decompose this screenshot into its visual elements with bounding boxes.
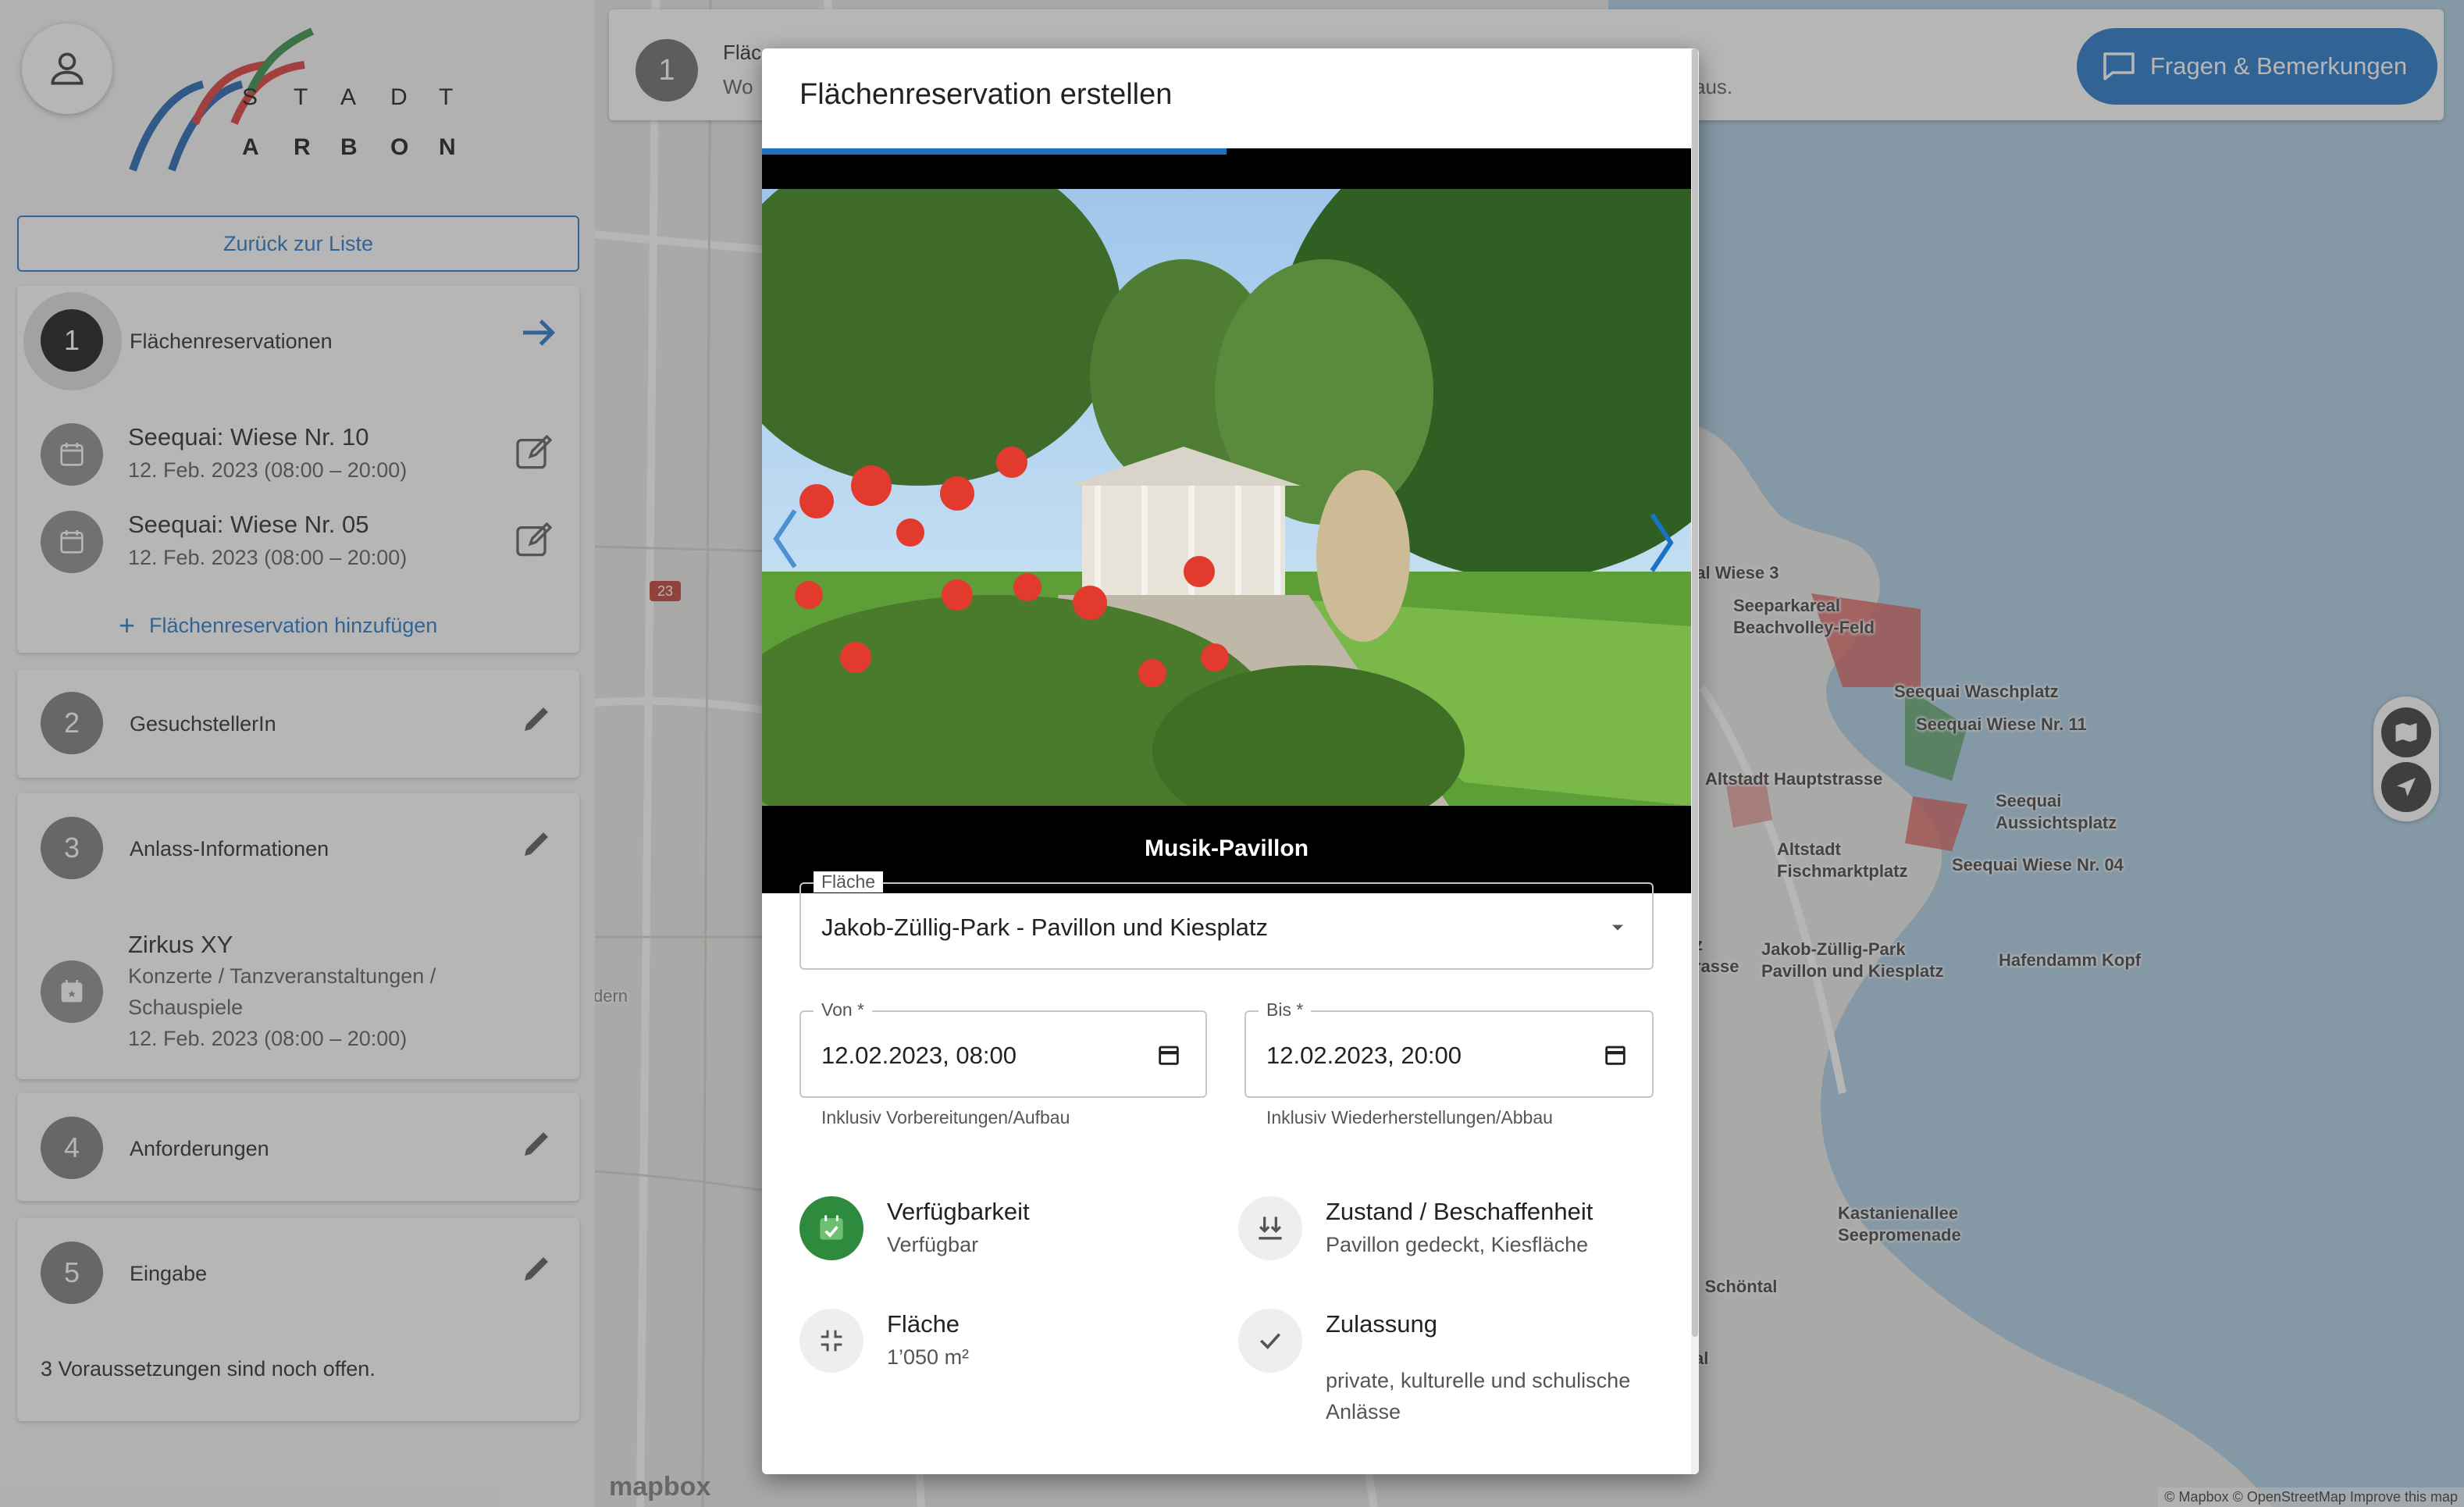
dialog-title: Flächenreservation erstellen xyxy=(799,78,1173,111)
scrollbar-thumb[interactable] xyxy=(1692,48,1698,1337)
area-select-value: Jakob-Züllig-Park - Pavillon und Kiespla… xyxy=(821,914,1269,941)
from-datetime-value: 12.02.2023, 08:00 xyxy=(821,1042,1017,1069)
to-helper-text: Inklusiv Wiederherstellungen/Abbau xyxy=(1266,1107,1553,1128)
image-caption: Musik-Pavillon xyxy=(1144,835,1309,861)
availability-value: Verfügbar xyxy=(887,1233,979,1256)
area-size-value: 1’050 m² xyxy=(887,1345,970,1369)
to-datetime-input[interactable]: Bis * 12.02.2023, 20:00 xyxy=(1244,999,1654,1098)
dropdown-arrow-icon xyxy=(1612,925,1623,931)
from-helper-text: Inklusiv Vorbereitungen/Aufbau xyxy=(821,1107,1070,1128)
carousel-progress xyxy=(762,148,1691,155)
calendar-check-icon xyxy=(799,1196,863,1260)
create-reservation-dialog: Flächenreservation erstellen Musik-Pavil… xyxy=(762,48,1699,1474)
area-size-title: Fläche xyxy=(887,1310,960,1338)
area-select[interactable]: Fläche Jakob-Züllig-Park - Pavillon und … xyxy=(799,871,1654,970)
calendar-icon[interactable] xyxy=(1602,1042,1629,1068)
condition-title: Zustand / Beschaffenheit xyxy=(1326,1198,1593,1225)
dialog-scrollbar[interactable] xyxy=(1691,48,1699,1474)
area-size-icon xyxy=(799,1309,863,1373)
from-datetime-label: Von * xyxy=(814,999,872,1021)
pavilion-photo xyxy=(762,189,1691,806)
checkmark-icon xyxy=(1238,1309,1302,1373)
condition-value: Pavillon gedeckt, Kiesfläche xyxy=(1326,1233,1589,1256)
availability-title: Verfügbarkeit xyxy=(887,1198,1030,1225)
to-datetime-label: Bis * xyxy=(1259,999,1312,1021)
permission-title: Zulassung xyxy=(1326,1310,1438,1338)
permission-value: Anlässe xyxy=(1326,1400,1401,1423)
calendar-icon[interactable] xyxy=(1155,1042,1182,1068)
carousel-prev-arrow-icon[interactable] xyxy=(770,508,801,570)
area-select-label: Fläche xyxy=(814,871,884,892)
carousel-next-arrow-icon[interactable] xyxy=(1646,508,1677,578)
to-datetime-value: 12.02.2023, 20:00 xyxy=(1266,1042,1462,1069)
permission-value: private, kulturelle und schulische xyxy=(1326,1369,1631,1392)
condition-icon xyxy=(1238,1196,1302,1260)
image-carousel[interactable]: Musik-Pavillon xyxy=(762,148,1691,893)
from-datetime-input[interactable]: Von * 12.02.2023, 08:00 xyxy=(799,999,1207,1098)
carousel-progress-fill xyxy=(762,148,1227,155)
